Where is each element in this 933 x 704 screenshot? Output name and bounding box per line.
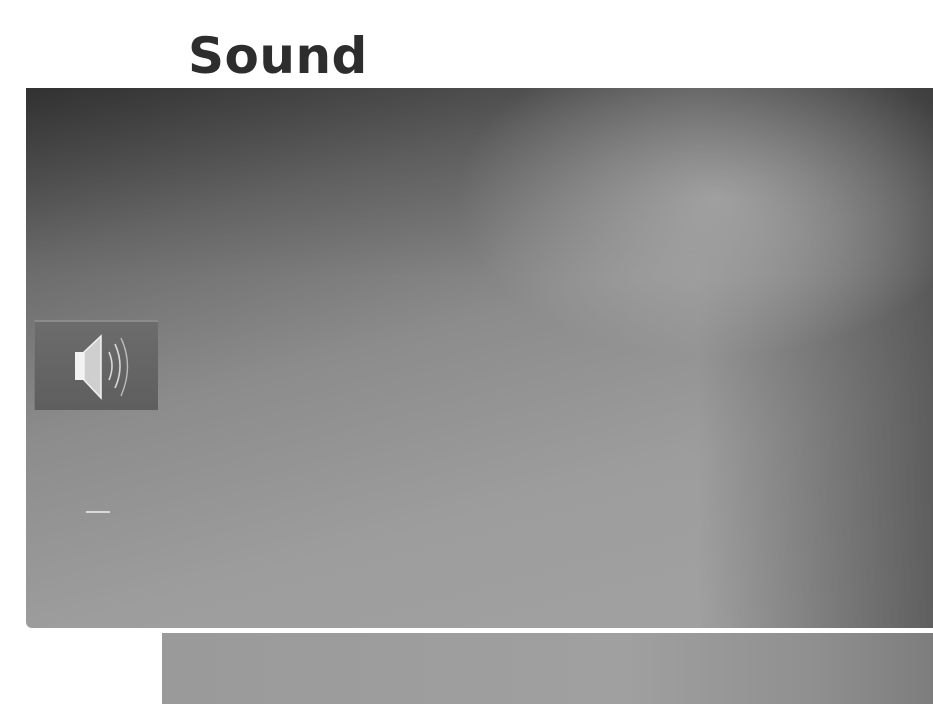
lower-panel-strip [162, 633, 933, 704]
page-title: Sound [188, 27, 368, 85]
panel-divider [26, 628, 933, 631]
speaker-icon [75, 334, 129, 400]
menu-panel [26, 88, 933, 628]
menu-item-sound[interactable] [34, 320, 158, 410]
osd-sound-menu: Sound [0, 0, 933, 704]
selection-marker [86, 511, 110, 513]
